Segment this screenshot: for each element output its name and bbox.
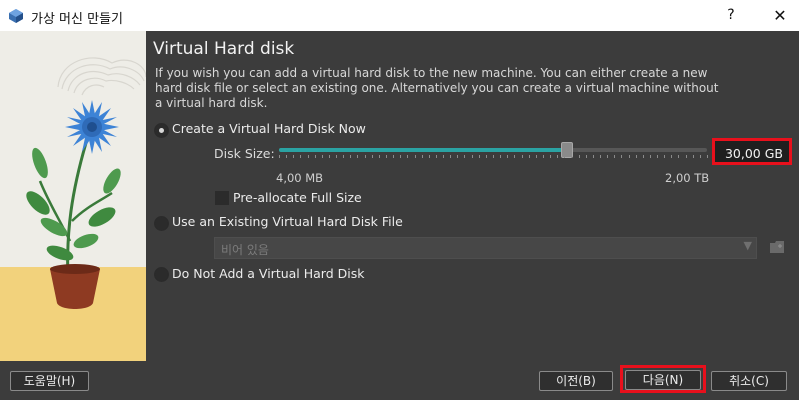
blue-flower <box>65 100 119 154</box>
slider-tick <box>643 155 644 158</box>
slider-tick <box>286 155 287 158</box>
page-title: Virtual Hard disk <box>153 39 295 59</box>
slider-fill <box>279 148 566 152</box>
slider-tick <box>279 155 280 158</box>
slider-tick <box>550 155 551 158</box>
slider-tick <box>686 155 687 158</box>
folder-icon[interactable] <box>769 240 785 254</box>
slider-tick <box>486 155 487 158</box>
slider-tick <box>514 155 515 158</box>
slider-tick <box>300 155 301 158</box>
slider-tick <box>529 155 530 158</box>
slider-tick <box>415 155 416 158</box>
disk-size-min-label: 4,00 MB <box>276 171 324 185</box>
create-vm-dialog: 가상 머신 만들기 ? ✕ Virtual Hard disk If you w… <box>0 0 799 400</box>
slider-tick <box>678 155 679 158</box>
help-question-button[interactable]: ? <box>716 0 746 31</box>
slider-tick <box>450 155 451 158</box>
disk-size-input[interactable]: 30,00 GB <box>712 138 792 165</box>
slider-tick <box>621 155 622 158</box>
slider-tick <box>707 155 708 158</box>
slider-tick <box>322 155 323 158</box>
slider-tick <box>407 155 408 158</box>
wizard-illustration <box>0 31 146 361</box>
slider-tick <box>557 155 558 158</box>
chevron-down-icon: ▼ <box>743 239 752 252</box>
slider-tick <box>372 155 373 158</box>
page-description: If you wish you can add a virtual hard d… <box>155 66 719 110</box>
slider-tick <box>636 155 637 158</box>
slider-tick <box>522 155 523 158</box>
slider-tick <box>600 155 601 158</box>
title-bar: 가상 머신 만들기 ? ✕ <box>0 0 799 31</box>
back-button[interactable]: 이전(B) <box>539 371 613 391</box>
preallocate-label[interactable]: Pre-allocate Full Size <box>233 190 362 205</box>
slider-tick <box>400 155 401 158</box>
slider-tick <box>429 155 430 158</box>
slider-tick <box>657 155 658 158</box>
disk-size-label: Disk Size: <box>214 146 275 161</box>
radio-use-existing-label[interactable]: Use an Existing Virtual Hard Disk File <box>172 214 403 229</box>
slider-tick <box>579 155 580 158</box>
virtualbox-app-icon <box>9 9 23 23</box>
slider-tick <box>329 155 330 158</box>
slider-tick <box>457 155 458 158</box>
slider-tick <box>472 155 473 158</box>
slider-tick <box>500 155 501 158</box>
slider-tick <box>543 155 544 158</box>
slider-tick <box>350 155 351 158</box>
slider-tick <box>308 155 309 158</box>
slider-tick <box>507 155 508 158</box>
slider-tick <box>493 155 494 158</box>
radio-use-existing[interactable] <box>154 216 169 231</box>
slider-tick <box>536 155 537 158</box>
slider-tick <box>479 155 480 158</box>
radio-create-new-label[interactable]: Create a Virtual Hard Disk Now <box>172 121 366 136</box>
existing-disk-select-value: 비어 있음 <box>221 243 269 257</box>
slider-tick <box>586 155 587 158</box>
slider-tick <box>593 155 594 158</box>
slider-tick <box>343 155 344 158</box>
slider-tick <box>693 155 694 158</box>
slider-tick <box>386 155 387 158</box>
slider-tick <box>464 155 465 158</box>
slider-tick <box>293 155 294 158</box>
slider-tick <box>614 155 615 158</box>
slider-tick <box>393 155 394 158</box>
slider-ticks <box>279 155 708 159</box>
flower-pot-illustration <box>0 31 146 361</box>
radio-no-disk-label[interactable]: Do Not Add a Virtual Hard Disk <box>172 266 364 281</box>
preallocate-checkbox[interactable] <box>215 191 229 205</box>
wizard-content: Virtual Hard disk If you wish you can ad… <box>146 31 799 361</box>
radio-no-disk[interactable] <box>154 267 169 282</box>
disk-size-max-label: 2,00 TB <box>665 171 710 185</box>
window-title: 가상 머신 만들기 <box>31 12 123 27</box>
slider-tick <box>700 155 701 158</box>
close-button[interactable]: ✕ <box>761 0 799 31</box>
slider-tick <box>422 155 423 158</box>
slider-tick <box>650 155 651 158</box>
slider-tick <box>564 155 565 158</box>
slider-tick <box>671 155 672 158</box>
slider-tick <box>629 155 630 158</box>
slider-tick <box>664 155 665 158</box>
slider-tick <box>379 155 380 158</box>
slider-tick <box>571 155 572 158</box>
button-bar: 도움말(H) 이전(B) 다음(N) 취소(C) <box>0 361 799 400</box>
disk-size-slider[interactable] <box>279 142 707 158</box>
slider-tick <box>443 155 444 158</box>
slider-tick <box>436 155 437 158</box>
cancel-button[interactable]: 취소(C) <box>711 371 787 391</box>
existing-disk-select[interactable]: 비어 있음 ▼ <box>214 237 757 259</box>
slider-tick <box>365 155 366 158</box>
next-button[interactable]: 다음(N) <box>625 370 701 390</box>
slider-tick <box>336 155 337 158</box>
radio-create-new[interactable] <box>154 123 169 138</box>
slider-tick <box>607 155 608 158</box>
help-button[interactable]: 도움말(H) <box>10 371 89 391</box>
slider-tick <box>315 155 316 158</box>
slider-tick <box>357 155 358 158</box>
